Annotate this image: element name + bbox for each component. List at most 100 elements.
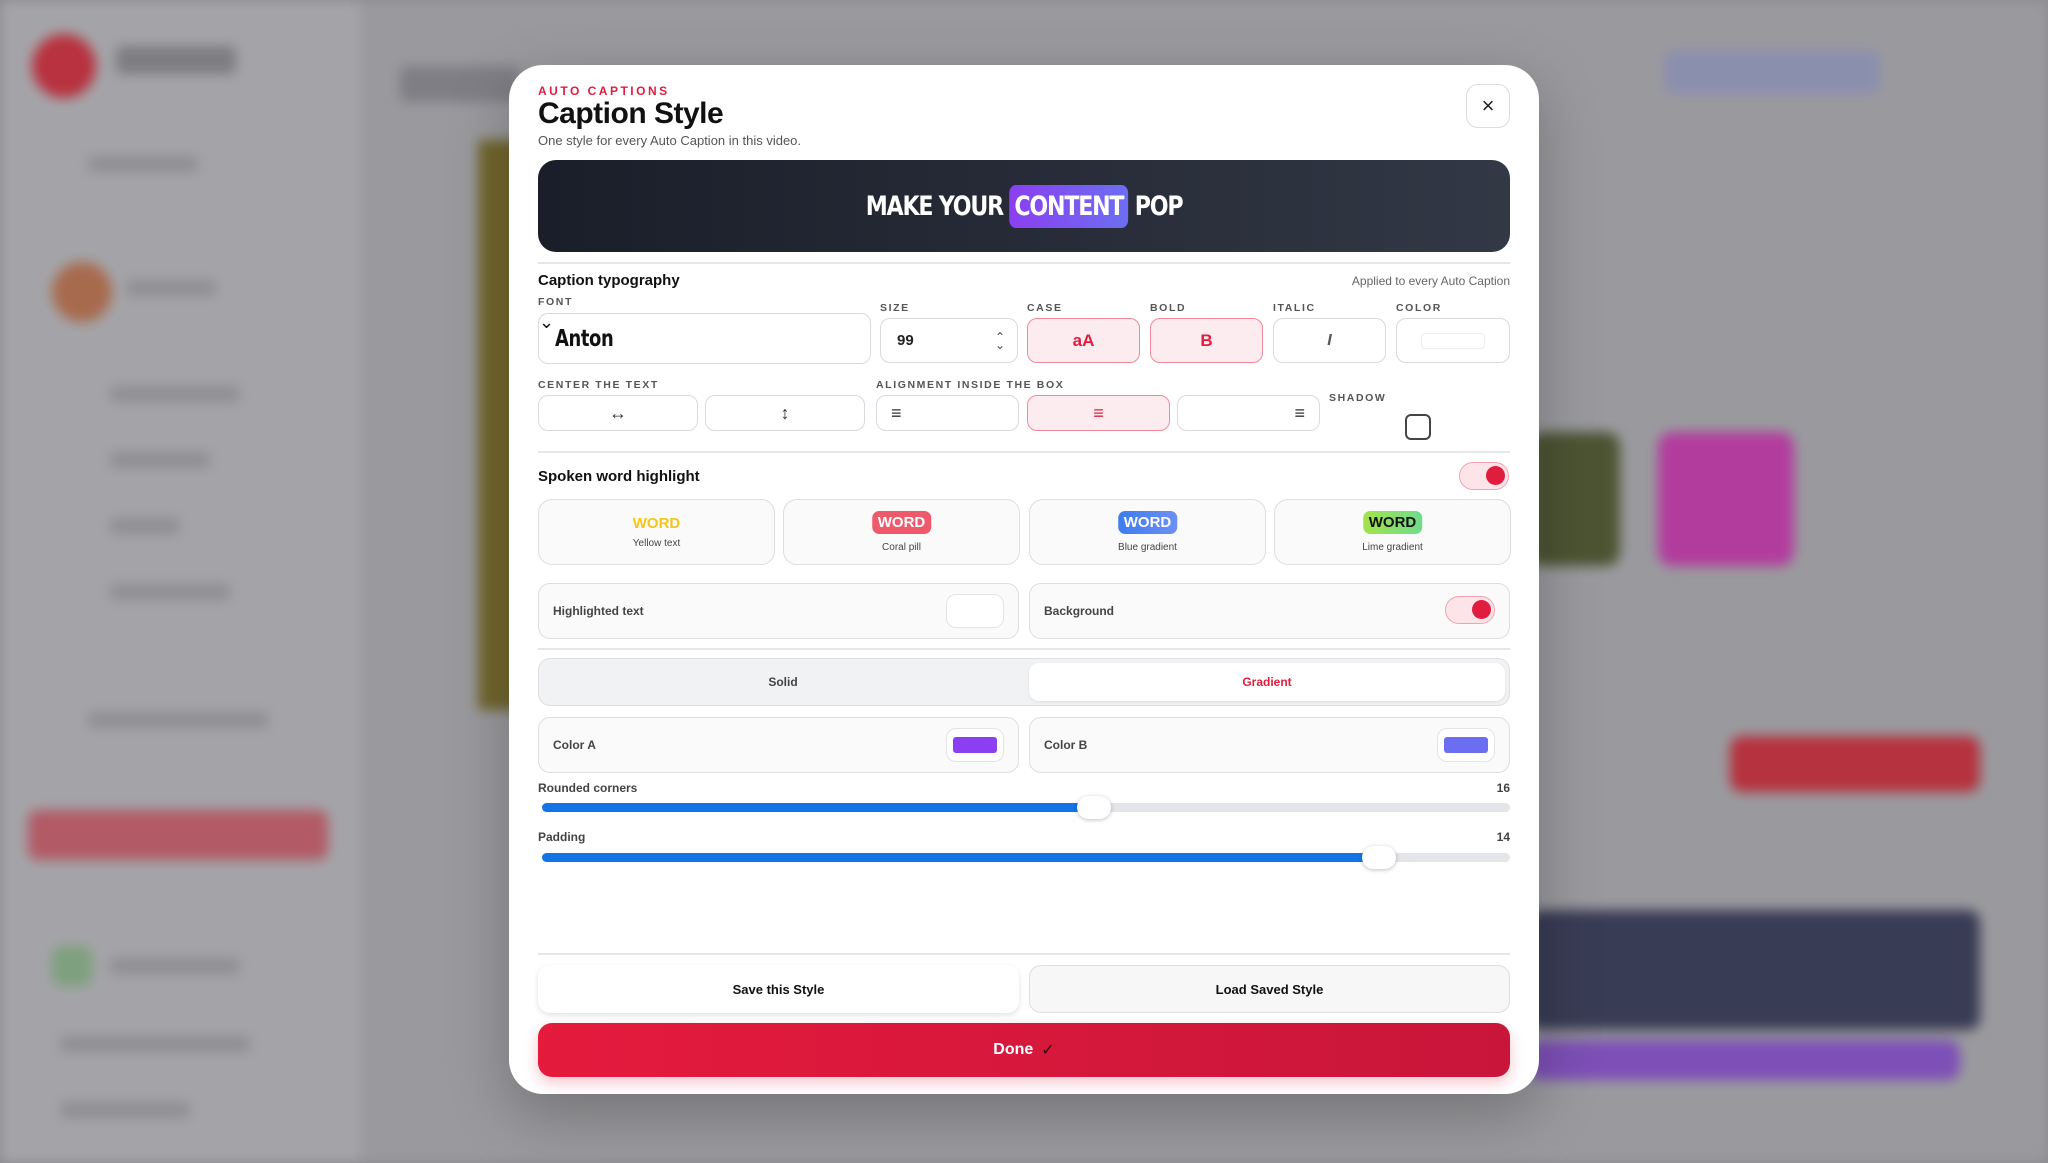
align-center-button[interactable]: ≡ (1027, 395, 1170, 431)
padding-label: Padding (538, 830, 586, 844)
slider-fill (542, 853, 1379, 862)
typography-title: Caption typography (538, 272, 680, 289)
text-color-swatch (1421, 332, 1485, 349)
padding-slider[interactable] (542, 846, 1510, 869)
background-green-icon (52, 946, 92, 986)
preset-yellow-text[interactable]: WORD Yellow text (538, 499, 775, 565)
preset-coral-pill[interactable]: WORD Coral pill (783, 499, 1020, 565)
done-label: Done (993, 1041, 1034, 1058)
highlight-title: Spoken word highlight (538, 468, 700, 485)
size-stepper[interactable]: 99 ⌃ ⌄ (880, 318, 1018, 363)
color-b-label: Color B (1044, 738, 1088, 752)
align-center-icon: ≡ (1093, 402, 1104, 423)
divider (538, 953, 1510, 955)
background-active-item (28, 810, 328, 860)
load-saved-style-button[interactable]: Load Saved Style (1029, 965, 1510, 1013)
case-value: aA (1072, 330, 1095, 350)
align-left-button[interactable]: ≡ (876, 395, 1019, 431)
close-button[interactable]: × (1466, 84, 1510, 128)
italic-label: ITALIC (1273, 302, 1316, 314)
background-line (110, 518, 180, 534)
preset-blue-gradient[interactable]: WORD Blue gradient (1029, 499, 1266, 565)
caption-preview: MAKE YOUR CONTENT POP (538, 160, 1510, 252)
background-avatar (52, 262, 112, 322)
preset-label: Lime gradient (1362, 542, 1423, 553)
background-title (400, 66, 520, 102)
shadow-label: SHADOW (1329, 392, 1387, 404)
modal-eyebrow: AUTO CAPTIONS (538, 84, 670, 98)
padding-value: 14 (1496, 830, 1510, 844)
arrows-vertical-icon: ↕ (780, 402, 790, 423)
background-toggle[interactable] (1445, 596, 1495, 624)
highlighted-text-label: Highlighted text (553, 604, 644, 618)
font-value: Anton (555, 325, 614, 352)
text-color-picker[interactable] (1396, 318, 1510, 363)
typography-note: Applied to every Auto Caption (1351, 274, 1510, 288)
done-button[interactable]: Done ✓ (538, 1023, 1510, 1077)
modal-subtitle: One style for every Auto Caption in this… (538, 133, 802, 148)
italic-toggle[interactable]: I (1273, 318, 1386, 363)
slider-thumb[interactable] (1077, 796, 1111, 819)
shadow-checkbox[interactable] (1405, 414, 1431, 440)
close-icon: × (1481, 93, 1495, 118)
divider (538, 451, 1510, 453)
color-a-label: Color A (553, 738, 596, 752)
divider (538, 648, 1510, 650)
background-sidebar (0, 0, 360, 1163)
align-right-button[interactable]: ≡ (1177, 395, 1320, 431)
font-select[interactable]: ⌄ Anton (538, 312, 871, 364)
background-strip (1530, 910, 1980, 1030)
background-logo (32, 34, 96, 98)
fill-type-segmented-control: Solid Gradient (538, 658, 1510, 706)
highlight-toggle[interactable] (1459, 462, 1509, 490)
toggle-knob (1472, 600, 1491, 619)
toggle-knob (1486, 466, 1505, 485)
divider (538, 262, 1510, 264)
color-a-row: Color A (538, 717, 1019, 773)
background-line (88, 712, 268, 728)
align-right-icon: ≡ (1294, 402, 1305, 423)
preview-text-after: POP (1134, 190, 1184, 222)
background-red-button (1730, 736, 1980, 792)
color-a-picker[interactable] (946, 728, 1004, 762)
caption-style-modal: AUTO CAPTIONS Caption Style One style fo… (509, 65, 1539, 1094)
background-row: Background (1029, 583, 1510, 639)
bold-toggle[interactable]: B (1150, 318, 1263, 363)
slider-fill (542, 803, 1094, 812)
background-line (110, 584, 230, 600)
background-logo-text (116, 46, 236, 74)
background-line (110, 386, 240, 402)
slider-thumb[interactable] (1362, 846, 1396, 869)
center-horizontal-button[interactable]: ↔ (538, 395, 698, 431)
italic-value: I (1327, 331, 1332, 349)
center-vertical-button[interactable]: ↕ (705, 395, 865, 431)
background-thumbnail (1530, 432, 1620, 566)
color-label: COLOR (1396, 302, 1442, 314)
preset-label: Coral pill (882, 542, 921, 553)
color-b-picker[interactable] (1437, 728, 1495, 762)
highlighted-text-color-picker[interactable] (946, 594, 1004, 628)
save-style-button[interactable]: Save this Style (538, 965, 1019, 1013)
center-label: CENTER THE TEXT (538, 379, 659, 391)
fill-gradient-option[interactable]: Gradient (1029, 663, 1505, 701)
check-icon: ✓ (1041, 1042, 1055, 1059)
bold-value: B (1200, 330, 1213, 350)
align-left-icon: ≡ (891, 402, 902, 423)
corners-slider[interactable] (542, 796, 1510, 819)
highlighted-text-swatch (953, 603, 997, 619)
preset-chip: WORD (1117, 511, 1178, 534)
background-line (88, 156, 198, 172)
fill-solid-option[interactable]: Solid (543, 663, 1023, 701)
size-value: 99 (897, 332, 914, 349)
background-purple-bar (1530, 1040, 1960, 1080)
case-toggle[interactable]: aA (1027, 318, 1140, 363)
case-label: CASE (1027, 302, 1063, 314)
background-line (60, 1102, 190, 1118)
preset-lime-gradient[interactable]: WORD Lime gradient (1274, 499, 1511, 565)
highlighted-text-row: Highlighted text (538, 583, 1019, 639)
preset-chip: WORD (1362, 511, 1423, 534)
chevron-down-icon: ⌄ (539, 312, 555, 332)
corners-value: 16 (1496, 781, 1510, 795)
preset-label: Blue gradient (1118, 542, 1177, 553)
background-line (60, 1036, 250, 1052)
